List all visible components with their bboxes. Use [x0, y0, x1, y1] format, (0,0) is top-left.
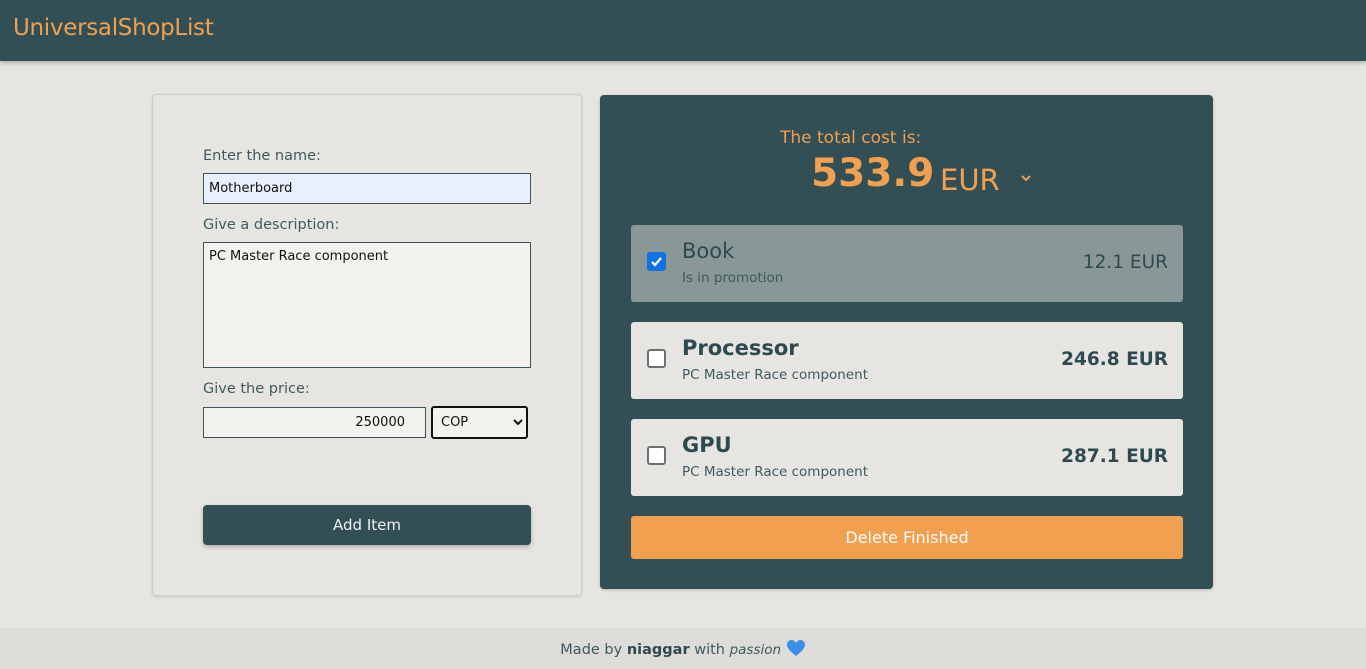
item-description: PC Master Race component	[682, 464, 869, 480]
item-price: 287.1 EUR	[1061, 446, 1168, 467]
item-description: PC Master Race component	[682, 367, 869, 383]
description-input[interactable]: PC Master Race component	[203, 242, 531, 368]
footer-author[interactable]: niaggar	[627, 642, 690, 658]
total-cost-label: The total cost is:	[780, 128, 922, 148]
item-title: Book	[682, 239, 735, 263]
shopping-list-panel: The total cost is: 533.9 EUR Book Is in …	[600, 95, 1213, 589]
footer-prefix: Made by	[560, 642, 623, 658]
list-item: Book Is in promotion 12.1 EUR	[631, 225, 1183, 302]
currency-select[interactable]: COP	[431, 406, 528, 439]
app-title[interactable]: UniversalShopList	[13, 15, 214, 41]
footer: Made by niaggar with passion	[0, 628, 1366, 669]
item-title: GPU	[682, 433, 732, 457]
list-item: Processor PC Master Race component 246.8…	[631, 322, 1183, 399]
total-cost-value: 533.9	[811, 151, 935, 196]
add-item-button[interactable]: Add Item	[203, 505, 531, 545]
name-label: Enter the name:	[203, 148, 321, 164]
heart-icon	[786, 640, 805, 656]
list-item: GPU PC Master Race component 287.1 EUR	[631, 419, 1183, 496]
name-input[interactable]	[203, 173, 531, 204]
item-checkbox[interactable]	[647, 252, 666, 271]
checkmark-icon	[651, 257, 662, 267]
price-input[interactable]	[203, 407, 426, 438]
item-checkbox[interactable]	[647, 349, 666, 368]
top-bar: UniversalShopList	[0, 0, 1366, 61]
item-checkbox[interactable]	[647, 446, 666, 465]
price-label: Give the price:	[203, 381, 310, 397]
total-currency[interactable]: EUR	[940, 163, 1000, 197]
footer-word: passion	[729, 642, 782, 658]
item-price: 12.1 EUR	[1082, 252, 1168, 273]
chevron-down-icon[interactable]	[1019, 171, 1033, 185]
add-item-form: Enter the name: Give a description: PC M…	[152, 94, 582, 596]
item-title: Processor	[682, 336, 799, 360]
description-label: Give a description:	[203, 217, 340, 233]
item-price: 246.8 EUR	[1061, 349, 1168, 370]
footer-middle: with	[694, 642, 725, 658]
item-description: Is in promotion	[682, 270, 784, 286]
delete-finished-button[interactable]: Delete Finished	[631, 516, 1183, 559]
